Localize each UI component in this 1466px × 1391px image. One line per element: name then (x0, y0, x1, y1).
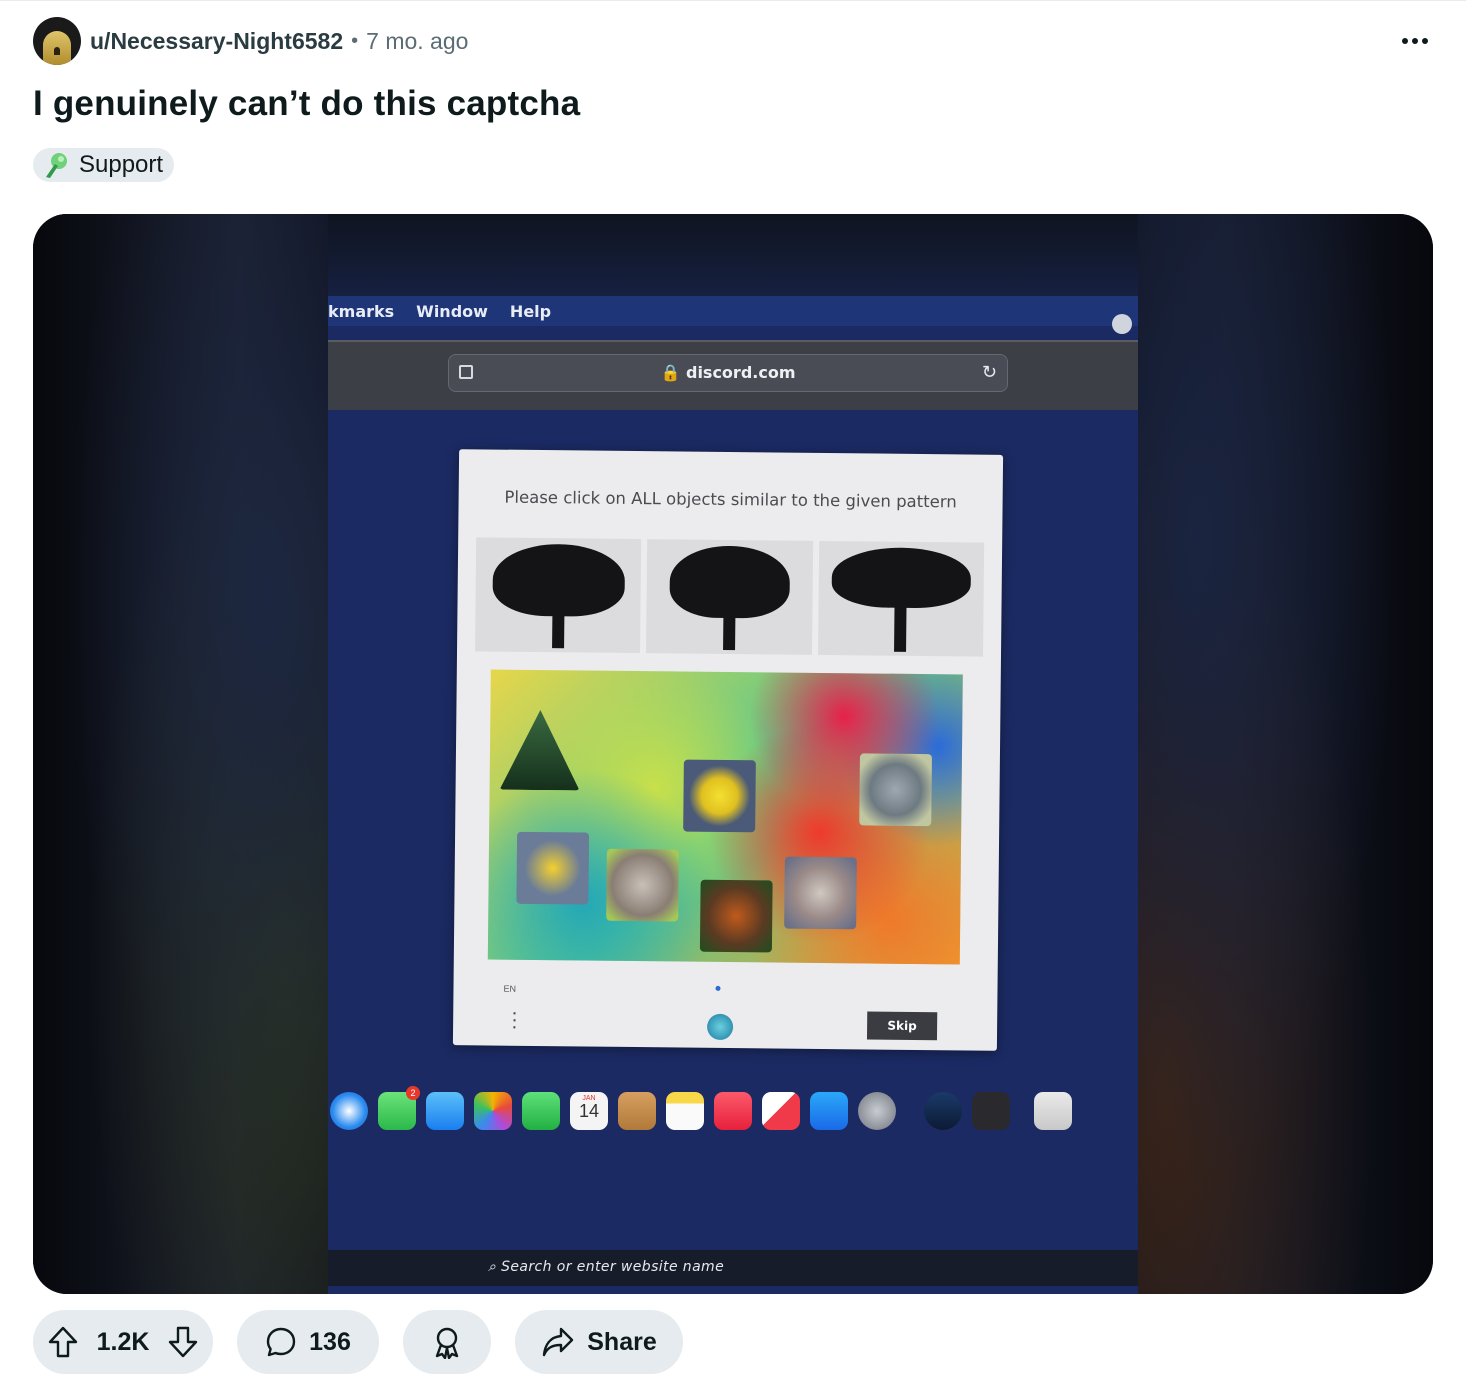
comments-button[interactable]: 136 (237, 1310, 379, 1374)
address-bar: 🔒 discord.com ↻ (448, 354, 1008, 392)
pattern-tree-3 (817, 540, 985, 657)
downvote-icon (168, 1326, 198, 1358)
flair-label: Support (79, 151, 164, 178)
thumb-pine-tree (500, 710, 581, 791)
mail-icon (426, 1092, 464, 1130)
messages-icon: 2 (378, 1086, 420, 1130)
thumb-koala (859, 753, 932, 827)
share-label: Share (587, 1327, 657, 1356)
menu-window: Window (416, 301, 488, 321)
safari-icon (330, 1092, 368, 1130)
touchbar-search-text: Search or enter website name (501, 1259, 725, 1275)
more-icon (1402, 38, 1428, 44)
pattern-examples (475, 537, 985, 657)
profile-icon (1112, 314, 1132, 334)
messages-badge: 2 (406, 1086, 420, 1100)
award-icon (435, 1327, 459, 1359)
hcaptcha-logo-icon (706, 1013, 734, 1041)
share-button[interactable]: Share (515, 1310, 683, 1374)
app-store-icon (810, 1092, 848, 1130)
downvote-button[interactable] (167, 1325, 199, 1359)
system-settings-icon (858, 1092, 896, 1130)
upvote-icon (48, 1326, 78, 1358)
comment-count: 136 (309, 1327, 351, 1356)
contacts-icon (618, 1092, 656, 1130)
menu-bookmarks: kmarks (328, 301, 395, 321)
captcha-language: EN (503, 983, 517, 994)
more-options-button[interactable] (1397, 25, 1433, 57)
thumb-squirrel-face (606, 848, 679, 922)
captcha-pager (715, 985, 721, 991)
image-blur-left (33, 214, 328, 1294)
lock-icon: 🔒 (660, 363, 681, 382)
avatar[interactable] (33, 17, 81, 65)
steam-icon (924, 1092, 962, 1130)
thumb-squirrel (699, 879, 773, 953)
news-icon (762, 1092, 800, 1130)
post-age: 7 mo. ago (366, 27, 469, 54)
photos-icon (474, 1092, 512, 1130)
captcha-skip-button: Skip (866, 1011, 938, 1041)
thumb-moth (784, 856, 857, 930)
meta-separator: • (351, 29, 359, 52)
menu-help: Help (509, 301, 552, 321)
captcha-dialog: Please click on ALL objects similar to t… (452, 449, 1004, 1051)
action-bar: 1.2K 136 Share (33, 1310, 683, 1374)
calendar-day: 14 (578, 1101, 600, 1121)
avatar-door (54, 47, 60, 55)
upvote-button[interactable] (47, 1325, 79, 1359)
facetime-icon (522, 1092, 560, 1130)
post-image[interactable]: kmarks Window Help 🔒 discord.com ↻ Pleas… (33, 214, 1433, 1294)
image-blur-right (1138, 214, 1433, 1294)
comment-icon (266, 1327, 296, 1357)
thumb-butterfly (683, 759, 756, 833)
address-url: 🔒 discord.com (449, 363, 1007, 382)
post-title[interactable]: I genuinely can’t do this captcha (33, 84, 580, 124)
calendar-icon: JAN 14 (570, 1092, 608, 1130)
award-button[interactable] (403, 1310, 491, 1374)
documents-icon (1034, 1092, 1072, 1130)
url-text: discord.com (685, 363, 796, 382)
author-link[interactable]: u/Necessary-Night6582 (90, 28, 343, 55)
reload-icon: ↻ (981, 362, 997, 382)
top-divider (0, 0, 1466, 1)
captcha-prompt: Please click on ALL objects similar to t… (504, 487, 957, 512)
photographed-screen: kmarks Window Help 🔒 discord.com ↻ Pleas… (328, 214, 1138, 1294)
screen-bezel (328, 214, 1138, 296)
vote-count: 1.2K (96, 1327, 150, 1356)
touchbar-search: ⌕ Search or enter website name (488, 1259, 725, 1275)
shortcut-app-icon (972, 1092, 1010, 1130)
flair-icon (41, 150, 71, 180)
pattern-tree-1 (475, 537, 642, 654)
pattern-tree-2 (646, 539, 813, 655)
captcha-menu-icon: · · · (510, 1001, 519, 1038)
touch-bar: ⌕ Search or enter website name (328, 1250, 1138, 1286)
notes-icon (666, 1092, 704, 1130)
music-icon (714, 1092, 752, 1130)
share-icon (543, 1327, 574, 1357)
captcha-challenge-image (487, 669, 963, 965)
post-header: u/Necessary-Night6582 • 7 mo. ago (33, 17, 1433, 65)
mac-dock: 2 JAN 14 (328, 1086, 1138, 1136)
flair-badge[interactable]: Support (33, 148, 175, 182)
vote-control: 1.2K (33, 1310, 213, 1374)
thumb-bear-butterfly (516, 831, 590, 905)
mac-menubar: kmarks Window Help (328, 296, 1138, 326)
